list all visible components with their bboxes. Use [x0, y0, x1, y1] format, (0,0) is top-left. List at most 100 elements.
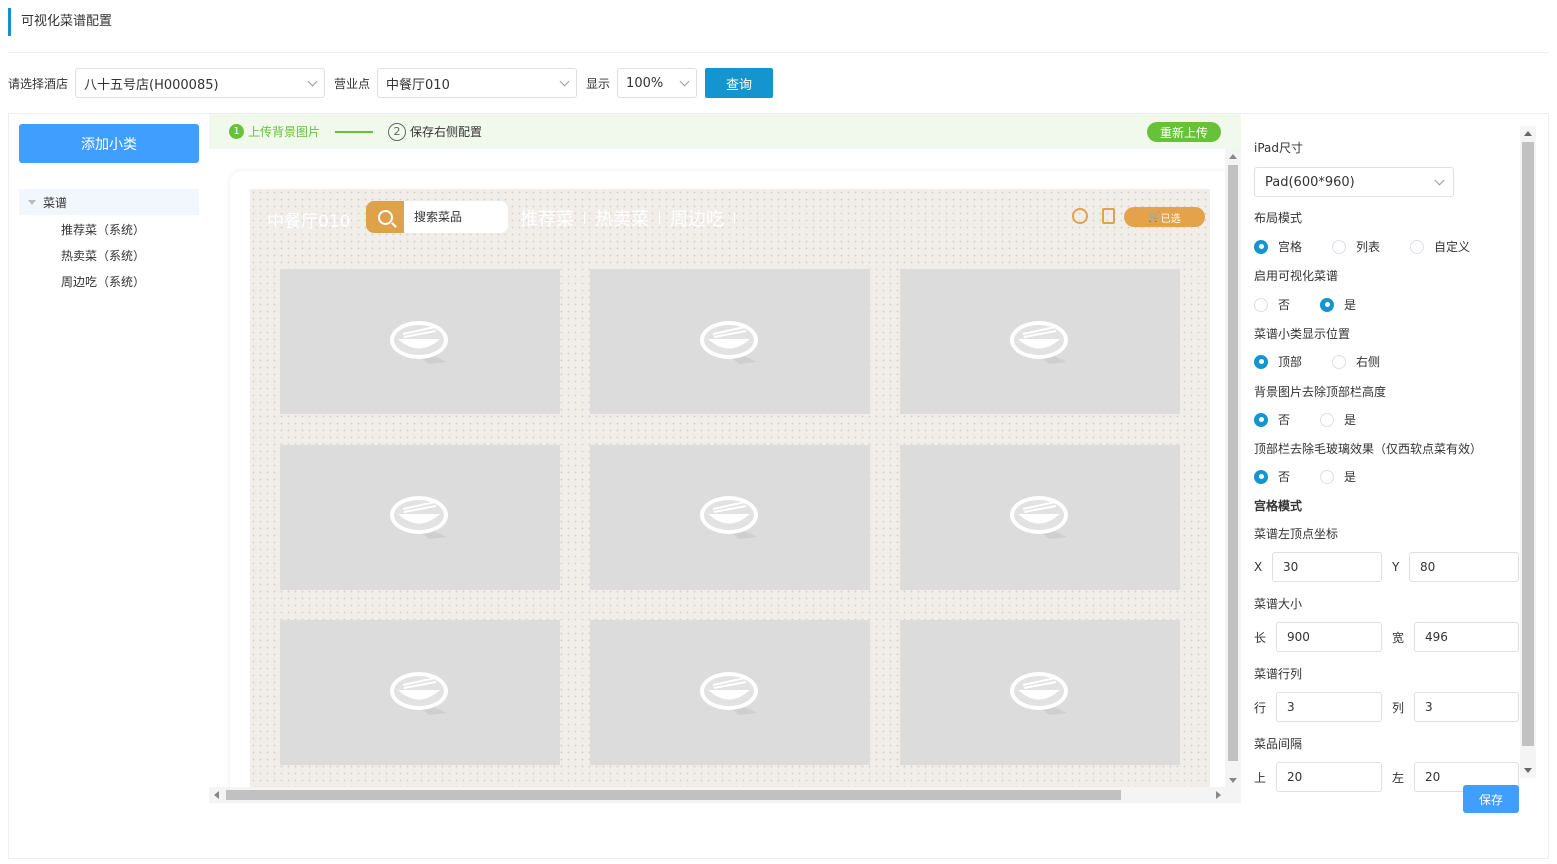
category-sidebar: 添加小类 菜谱 推荐菜（系统） 热卖菜（系统） 周边吃（系统） [9, 114, 209, 858]
radio-label: 否 [1278, 413, 1291, 427]
zoom-select[interactable]: 100% [617, 68, 698, 98]
add-category-button[interactable]: 添加小类 [19, 124, 199, 163]
radio-unchecked-icon[interactable] [1332, 354, 1346, 369]
radio-layout-list[interactable]: 列表 [1332, 238, 1410, 255]
preview-nav: 推荐菜 热卖菜 周边吃 [520, 205, 745, 231]
radio-unchecked-icon[interactable] [1254, 297, 1268, 312]
radio-bg-remove-yes[interactable]: 是 [1320, 411, 1356, 428]
zoom-select-value: 100% [626, 75, 664, 91]
dish-placeholder [590, 269, 870, 414]
top-spacing-input[interactable]: 20 [1276, 762, 1382, 792]
radio-unchecked-icon[interactable] [1320, 412, 1334, 427]
left-spacing-label: 左 [1392, 770, 1405, 785]
tree-item-hot[interactable]: 热卖菜（系统） [61, 247, 145, 264]
preview-nav-item: 周边吃 [670, 209, 724, 230]
scroll-right-icon[interactable] [1216, 791, 1221, 799]
col-input[interactable]: 3 [1414, 692, 1519, 722]
query-button[interactable]: 查询 [705, 68, 774, 98]
radio-label: 列表 [1356, 240, 1381, 254]
dish-placeholder [280, 620, 560, 765]
preview-title: 中餐厅010 [267, 212, 351, 232]
scrollbar-thumb[interactable] [226, 790, 1121, 800]
tree-item-nearby[interactable]: 周边吃（系统） [61, 273, 145, 290]
config-scrollbar[interactable] [1520, 126, 1536, 778]
reupload-button[interactable]: 重新上传 [1147, 122, 1221, 142]
nav-separator [659, 212, 660, 224]
scroll-up-icon[interactable] [1229, 154, 1237, 159]
preview-vertical-scrollbar[interactable] [1225, 149, 1241, 787]
y-label: Y [1392, 560, 1400, 574]
filter-bar: 请选择酒店 八十五号店(H000085) 营业点 中餐厅010 显示 100% … [8, 68, 774, 98]
tree-item-recommended[interactable]: 推荐菜（系统） [61, 221, 145, 238]
preview-nav-item: 推荐菜 [520, 209, 574, 230]
radio-enable-yes[interactable]: 是 [1320, 296, 1356, 313]
bowl-chopsticks-icon [1010, 671, 1068, 715]
bowl-chopsticks-icon [700, 496, 758, 539]
scroll-left-icon[interactable] [214, 791, 219, 799]
row-label: 行 [1254, 700, 1267, 715]
radio-enable-no[interactable]: 否 [1254, 296, 1320, 313]
radio-bg-remove-no[interactable]: 否 [1254, 411, 1320, 428]
radio-frost-yes[interactable]: 是 [1320, 468, 1356, 485]
radio-label: 否 [1278, 470, 1291, 484]
step1-number: 1 [229, 124, 244, 139]
ipad-size-label: iPad尺寸 [1254, 141, 1304, 155]
length-input[interactable]: 900 [1276, 622, 1382, 652]
width-input[interactable]: 496 [1414, 622, 1519, 652]
tree-root-menu[interactable]: 菜谱 [19, 189, 199, 215]
display-label: 显示 [586, 76, 611, 91]
step1-label: 上传背景图片 [248, 125, 321, 139]
bowl-chopsticks-icon [390, 320, 448, 364]
hotel-label: 请选择酒店 [8, 76, 69, 91]
x-input[interactable]: 30 [1272, 552, 1382, 582]
top-spacing-label: 上 [1254, 770, 1267, 785]
radio-position-right[interactable]: 右侧 [1332, 353, 1380, 370]
layout-mode-label: 布局模式 [1254, 211, 1303, 225]
radio-checked-icon[interactable] [1254, 354, 1268, 369]
radio-position-top[interactable]: 顶部 [1254, 353, 1332, 370]
scroll-down-icon[interactable] [1229, 778, 1237, 783]
preview-nav-item: 热卖菜 [595, 209, 649, 230]
radio-unchecked-icon[interactable] [1320, 469, 1334, 484]
radio-frost-no[interactable]: 否 [1254, 468, 1320, 485]
save-button[interactable]: 保存 [1463, 785, 1519, 813]
outlet-select[interactable]: 中餐厅010 [377, 68, 578, 98]
radio-checked-icon[interactable] [1254, 469, 1268, 484]
bg-remove-label: 背景图片去除顶部栏高度 [1254, 385, 1387, 399]
dish-placeholder [590, 620, 870, 765]
radio-layout-custom[interactable]: 自定义 [1410, 238, 1470, 255]
radio-checked-icon[interactable] [1254, 239, 1268, 254]
step2-number: 2 [388, 122, 407, 141]
rowcol-fields: 行 3 列 3 [1254, 692, 1519, 722]
radio-label: 右侧 [1356, 355, 1381, 369]
radio-unchecked-icon[interactable] [1410, 239, 1424, 254]
radio-layout-grid[interactable]: 宫格 [1254, 238, 1332, 255]
radio-label: 宫格 [1278, 240, 1303, 254]
chevron-down-icon [307, 76, 318, 86]
caret-down-icon[interactable] [28, 199, 36, 205]
radio-label: 自定义 [1434, 240, 1471, 254]
row-input[interactable]: 3 [1276, 692, 1382, 722]
scroll-up-icon[interactable] [1524, 131, 1532, 136]
radio-label: 是 [1344, 470, 1357, 484]
bowl-chopsticks-icon [390, 496, 448, 539]
scrollbar-thumb[interactable] [1228, 165, 1238, 761]
coord-fields: X 30 Y 80 [1254, 552, 1519, 582]
refresh-icon [1072, 208, 1088, 224]
ipad-size-select[interactable]: Pad(600*960) [1254, 167, 1454, 197]
dish-placeholder [900, 620, 1180, 765]
preview-search-placeholder: 搜索菜品 [414, 210, 463, 224]
ipad-size-value: Pad(600*960) [1265, 174, 1355, 190]
preview-horizontal-scrollbar[interactable] [209, 787, 1241, 803]
radio-unchecked-icon[interactable] [1332, 239, 1346, 254]
tree-root-label: 菜谱 [43, 195, 68, 210]
bowl-chopsticks-icon [1010, 320, 1068, 364]
scrollbar-thumb[interactable] [1522, 142, 1534, 746]
radio-checked-icon[interactable] [1320, 297, 1334, 312]
radio-checked-icon[interactable] [1254, 412, 1268, 427]
y-input[interactable]: 80 [1409, 552, 1519, 582]
hotel-select[interactable]: 八十五号店(H000085) [75, 68, 326, 98]
category-position-radios: 顶部 右侧 [1254, 353, 1380, 370]
col-label: 列 [1392, 700, 1405, 715]
scroll-down-icon[interactable] [1524, 768, 1532, 773]
